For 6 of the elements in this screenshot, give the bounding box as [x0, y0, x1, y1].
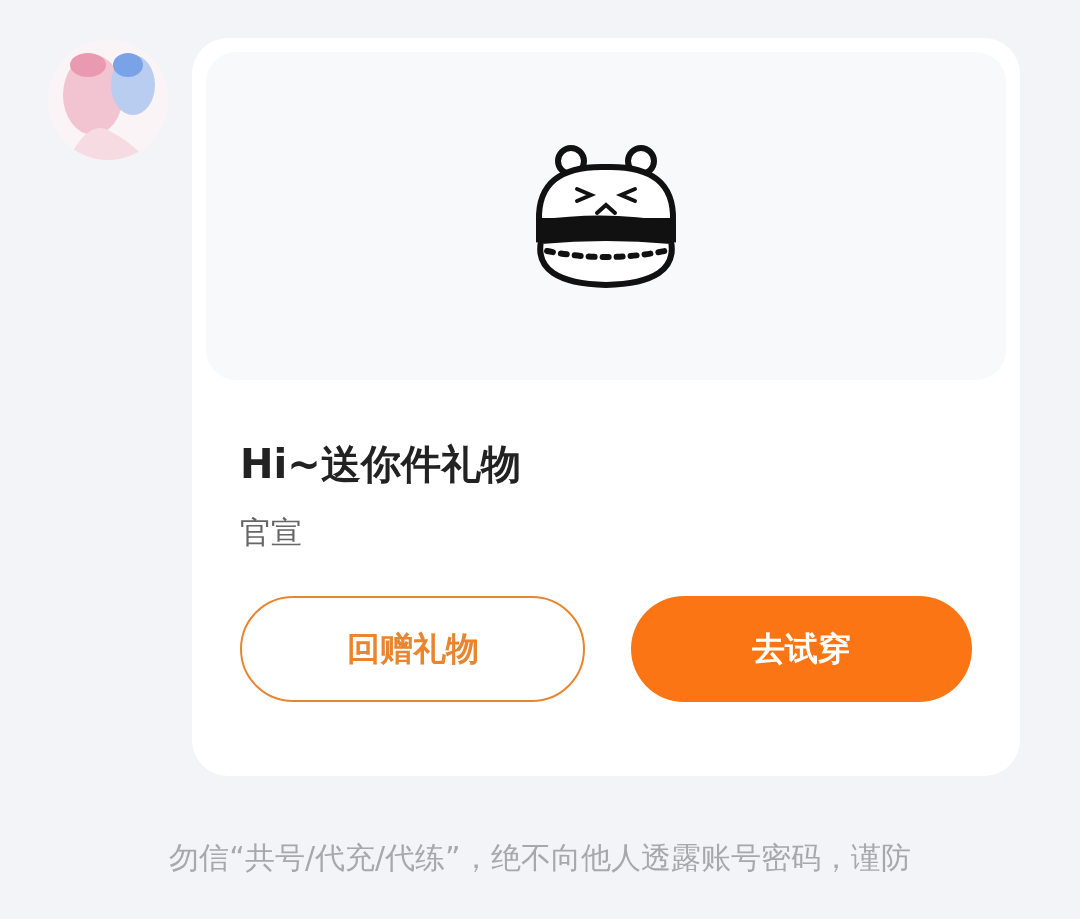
safety-notice: 勿信“共号/代充/代练”，绝不向他人透露账号密码，谨防 — [169, 839, 911, 877]
return-gift-button[interactable]: 回赠礼物 — [240, 596, 585, 702]
gift-title: Hi~送你件礼物 — [240, 440, 521, 489]
try-on-button[interactable]: 去试穿 — [631, 596, 972, 702]
gift-subtitle: 官宣 — [240, 513, 302, 552]
hamster-burger-icon — [533, 143, 679, 289]
